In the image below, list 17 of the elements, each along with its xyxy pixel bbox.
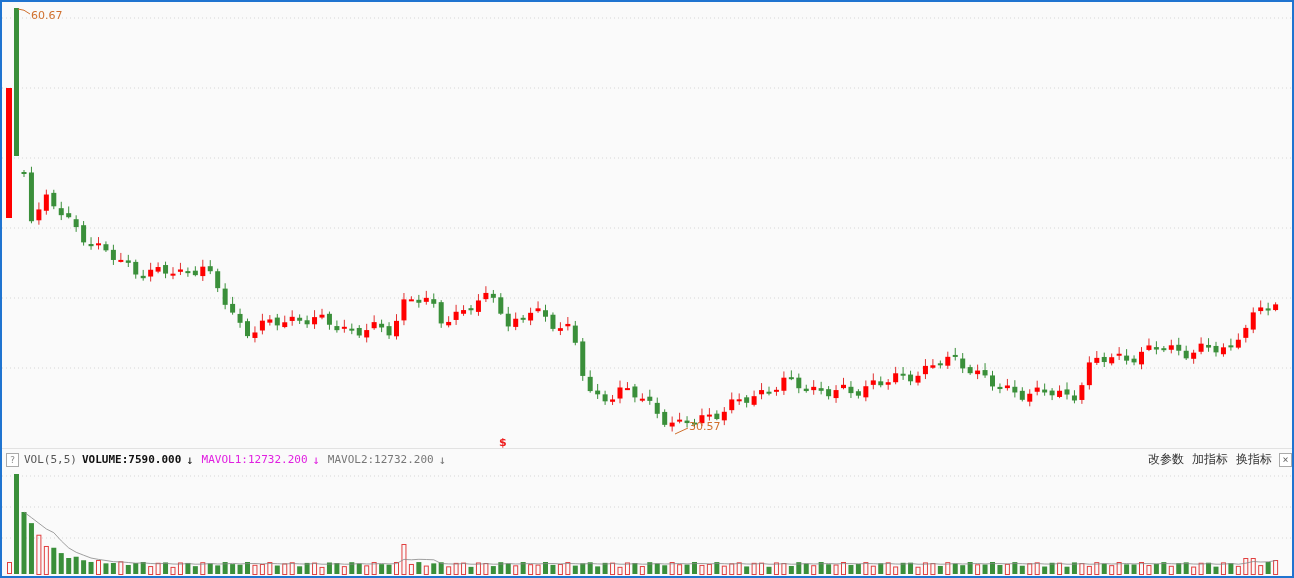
trend-arrow: ↓	[186, 452, 194, 467]
indicator-value: MAVOL1:12732.200	[201, 453, 308, 466]
high-price-label: 60.67	[31, 9, 63, 22]
signal-marker: $	[499, 436, 507, 448]
indicator-value: VOLUME:7590.000	[82, 453, 182, 466]
low-price-label: 30.57	[689, 420, 721, 433]
trend-arrow: ↓	[312, 452, 320, 467]
indicator-action-link[interactable]: 换指标	[1236, 451, 1272, 468]
indicator-value: MAVOL2:12732.200	[327, 453, 434, 466]
trend-arrow: ↓	[438, 452, 446, 467]
leader-line	[17, 8, 31, 15]
indicator-name: VOL(5,5)	[24, 453, 77, 466]
indicator-action-link[interactable]: 改参数	[1148, 451, 1184, 468]
indicator-action-link[interactable]: 加指标	[1192, 451, 1228, 468]
leader-line	[674, 427, 689, 435]
help-button[interactable]: ?	[6, 452, 19, 467]
close-button[interactable]: ×	[1279, 452, 1292, 467]
